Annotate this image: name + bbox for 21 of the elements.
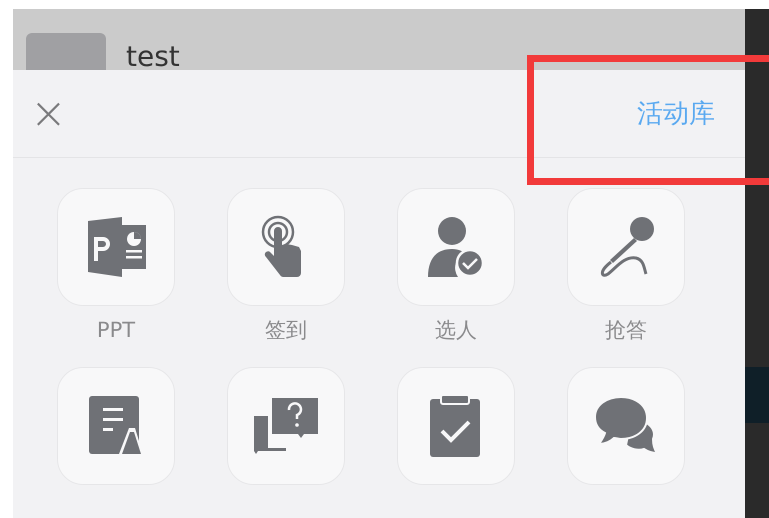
side-band (745, 367, 769, 423)
close-button[interactable]: × (30, 92, 67, 136)
activity-tile[interactable] (567, 367, 685, 485)
activity-tile[interactable] (567, 188, 685, 306)
activity-label: 抢答 (605, 320, 647, 341)
activity-tile[interactable] (397, 188, 515, 306)
activity-label: PPT (96, 320, 136, 341)
document-list-icon (89, 396, 143, 456)
activity-label: 选人 (435, 320, 477, 341)
activity-tile[interactable] (57, 188, 175, 306)
room-title: test (126, 43, 180, 70)
activity-tile[interactable] (227, 188, 345, 306)
activity-tile[interactable] (397, 367, 515, 485)
activity-label: 签到 (265, 320, 307, 341)
activity-library-link[interactable]: 活动库 (637, 96, 715, 131)
chat-bubbles-icon (595, 397, 657, 455)
activity-tile[interactable] (57, 367, 175, 485)
clipboard-check-icon (430, 395, 482, 457)
person-check-icon (428, 215, 484, 279)
activity-tile[interactable] (227, 367, 345, 485)
question-bubbles-icon (254, 398, 318, 454)
